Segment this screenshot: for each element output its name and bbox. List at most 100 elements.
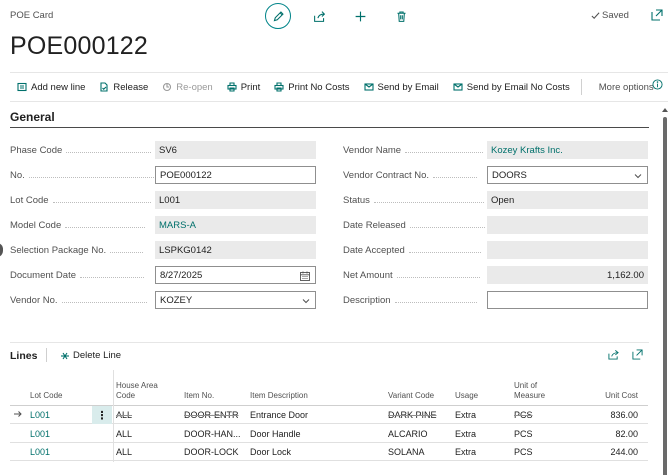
share-button[interactable] [306, 3, 332, 29]
col-item-no[interactable]: Item No. [184, 391, 214, 401]
no-field[interactable]: POE000122 [155, 166, 316, 184]
scroll-thumb[interactable] [663, 117, 667, 475]
cell-item-description[interactable]: Door Lock [250, 447, 291, 457]
cell-unit-of-measure[interactable]: PCS [514, 447, 533, 457]
more-options-button[interactable]: More options [592, 76, 661, 98]
section-divider [10, 127, 649, 128]
table-row[interactable]: L001 ⋮ ALL DOOR-ENTR Entrance Door DARK … [10, 406, 648, 424]
save-status: Saved [591, 10, 629, 21]
reopen-button[interactable]: Re-open [155, 76, 219, 98]
table-row[interactable]: L001 ALL DOOR-HAN... Door Handle ALCARIO… [10, 425, 648, 443]
status-label: Status [343, 195, 484, 206]
net-amount-label-text: Net Amount [343, 270, 393, 281]
cell-lot-code[interactable]: L001 [30, 429, 50, 439]
share-icon [313, 10, 325, 22]
col-variant-code[interactable]: Variant Code [388, 391, 434, 401]
collapse-icon[interactable] [651, 9, 663, 21]
vendor-contract-no-label: Vendor Contract No. [343, 170, 478, 181]
lot-code-field: L001 [155, 191, 316, 209]
cell-lot-code[interactable]: L001 [30, 410, 50, 420]
trash-icon [396, 11, 406, 22]
send-by-email-no-costs-label: Send by Email No Costs [466, 81, 570, 93]
table-row[interactable]: L001 ALL DOOR-LOCK Door Lock SOLANA Extr… [10, 443, 648, 461]
release-button[interactable]: Release [92, 76, 155, 98]
cell-variant-code[interactable]: ALCARIO [388, 429, 428, 439]
cell-usage[interactable]: Extra [455, 410, 476, 420]
pencil-icon [273, 10, 284, 21]
col-usage[interactable]: Usage [455, 391, 478, 401]
scrollbar[interactable] [662, 107, 668, 475]
vendor-no-label: Vendor No. [10, 295, 147, 306]
email-icon [363, 83, 374, 91]
expand-icon[interactable] [632, 349, 643, 360]
col-unit-of-measure[interactable]: Unit of Measure [514, 381, 559, 401]
top-bar: POE Card Saved [0, 0, 670, 30]
document-date-label-text: Document Date [10, 270, 77, 281]
label-leader [66, 145, 152, 153]
model-code-label: Model Code [10, 220, 146, 231]
vendor-no-select[interactable]: KOZEY [155, 291, 316, 309]
cell-unit-cost[interactable]: 244.00 [578, 447, 638, 457]
info-icon[interactable] [652, 79, 663, 90]
description-field[interactable] [487, 291, 648, 309]
cell-unit-of-measure[interactable]: PCS [514, 429, 533, 439]
cell-lot-code[interactable]: L001 [30, 447, 50, 457]
description-label-text: Description [343, 295, 391, 306]
model-code-label-text: Model Code [10, 220, 62, 231]
cell-usage[interactable]: Extra [455, 429, 476, 439]
cell-house-area-code[interactable]: ALL [116, 429, 132, 439]
lines-divider [10, 342, 649, 343]
cell-unit-cost[interactable]: 82.00 [578, 429, 638, 439]
reopen-label: Re-open [176, 81, 213, 93]
add-new-line-button[interactable]: Add new line [10, 76, 92, 98]
document-date-value: 8/27/2025 [160, 269, 203, 281]
date-accepted-label: Date Accepted [343, 245, 481, 256]
share-icon[interactable] [608, 349, 619, 360]
side-panel-handle[interactable] [0, 243, 3, 257]
label-leader [408, 245, 481, 253]
date-accepted-label-text: Date Accepted [343, 245, 405, 256]
cell-unit-of-measure[interactable]: PCS [514, 410, 533, 420]
col-lot-code[interactable]: Lot Code [30, 391, 62, 401]
cell-item-description[interactable]: Door Handle [250, 429, 301, 439]
document-date-field[interactable]: 8/27/2025 [155, 266, 316, 284]
col-item-description[interactable]: Item Description [250, 391, 308, 401]
lines-title[interactable]: Lines [10, 350, 37, 362]
row-menu-button[interactable]: ⋮ [92, 406, 112, 424]
send-by-email-button[interactable]: Send by Email [357, 76, 446, 98]
col-house-area-code[interactable]: House Area Code [116, 381, 176, 401]
document-date-label: Document Date [10, 270, 145, 281]
cell-house-area-code[interactable]: ALL [116, 447, 132, 457]
delete-button[interactable] [388, 3, 414, 29]
cell-unit-cost[interactable]: 836.00 [578, 410, 638, 420]
current-row-arrow-icon [14, 411, 22, 417]
vendor-no-label-text: Vendor No. [10, 295, 58, 306]
label-leader [405, 145, 484, 153]
cell-item-no[interactable]: DOOR-ENTR [184, 410, 239, 420]
cell-variant-code[interactable]: SOLANA [388, 447, 425, 457]
delete-line-button[interactable]: Delete Line [60, 350, 121, 361]
print-button[interactable]: Print [220, 76, 268, 98]
description-label: Description [343, 295, 477, 306]
label-leader [373, 195, 484, 203]
calendar-icon[interactable] [300, 271, 310, 281]
cell-item-description[interactable]: Entrance Door [250, 410, 308, 420]
model-code-field[interactable]: MARS-A [155, 216, 316, 234]
cell-variant-code[interactable]: DARK PINE [388, 410, 437, 420]
vendor-name-field[interactable]: Kozey Krafts Inc. [487, 141, 648, 159]
scroll-up-icon[interactable] [662, 107, 668, 113]
cell-house-area-code[interactable]: ALL [116, 410, 132, 420]
cell-usage[interactable]: Extra [455, 447, 476, 457]
general-section-title[interactable]: General [10, 110, 55, 124]
cell-item-no[interactable]: DOOR-HAN... [184, 429, 241, 439]
lines-toolbar-icons [608, 349, 656, 360]
page-title: POE000122 [10, 32, 149, 60]
print-no-costs-button[interactable]: Print No Costs [267, 76, 356, 98]
lines-separator [46, 348, 47, 362]
vendor-contract-no-select[interactable]: DOORS [487, 166, 648, 184]
cell-item-no[interactable]: DOOR-LOCK [184, 447, 239, 457]
col-unit-cost[interactable]: Unit Cost [578, 391, 638, 401]
edit-button[interactable] [265, 3, 291, 29]
send-by-email-no-costs-button[interactable]: Send by Email No Costs [446, 76, 577, 98]
new-button[interactable] [347, 3, 373, 29]
